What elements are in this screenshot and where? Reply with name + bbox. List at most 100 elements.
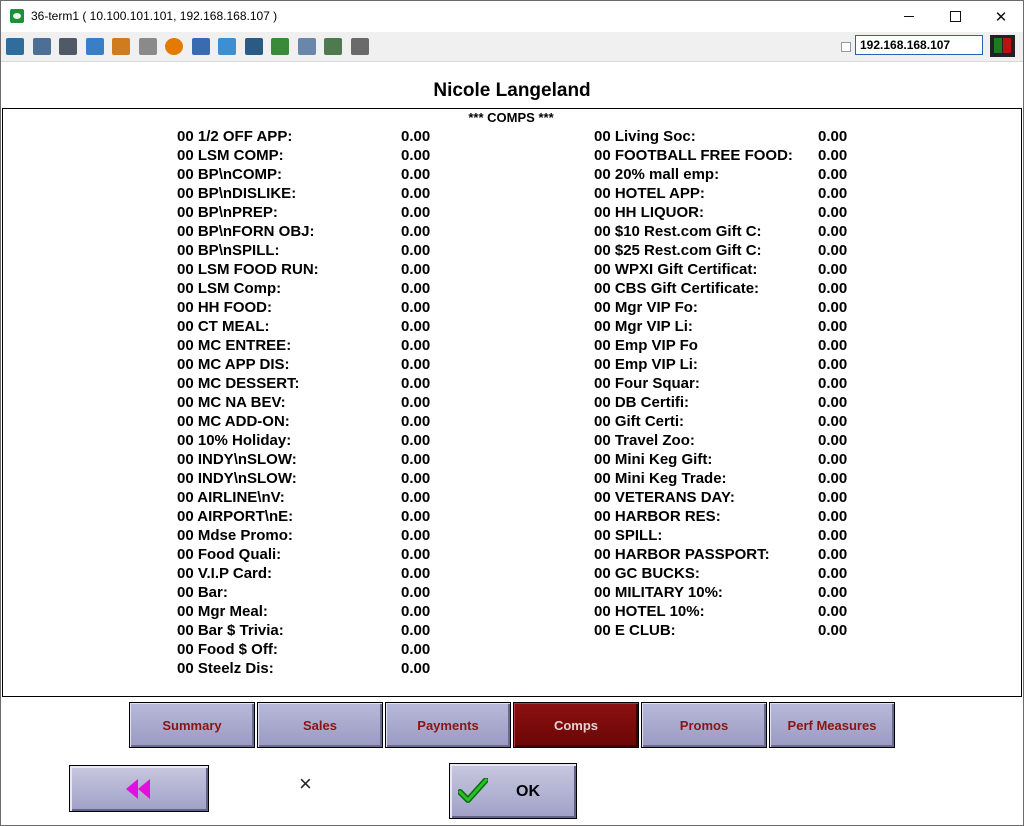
comp-value: 0.00 (818, 337, 848, 354)
document-icon[interactable] (297, 38, 316, 55)
comp-label: 00 VETERANS DAY: (594, 489, 735, 506)
fullscreen-icon[interactable] (218, 38, 236, 55)
comp-label: 00 HARBOR RES: (594, 508, 721, 525)
refresh-icon[interactable] (85, 38, 104, 55)
comp-label: 00 DB Certifi: (594, 394, 690, 411)
comp-row: 00 Four Squar: 0.00 (594, 375, 894, 394)
comp-value: 0.00 (818, 166, 848, 183)
comp-label: 00 Mgr VIP Li: (594, 318, 693, 335)
ip-address-input[interactable] (855, 35, 983, 55)
comp-label: 00 BP\nPREP: (177, 204, 278, 221)
comp-row: 00 HARBOR PASSPORT: 0.00 (594, 546, 894, 565)
comp-row: 00 LSM COMP: 0.00 (177, 147, 477, 166)
comp-value: 0.00 (818, 603, 848, 620)
status-red-bar (1003, 38, 1011, 53)
comp-row: 00 DB Certifi: 0.00 (594, 394, 894, 413)
comp-row: 00 $25 Rest.com Gift C: 0.00 (594, 242, 894, 261)
comp-value: 0.00 (401, 337, 431, 354)
comp-label: 00 Emp VIP Fo (594, 337, 698, 354)
comp-row: 00 SPILL: 0.00 (594, 527, 894, 546)
tools-icon[interactable] (59, 38, 77, 55)
section-title: *** COMPS *** (468, 110, 554, 125)
comp-value: 0.00 (818, 546, 848, 563)
screen-icon[interactable] (244, 38, 263, 55)
comp-value: 0.00 (818, 432, 848, 449)
comp-label: 00 MC ENTREE: (177, 337, 292, 354)
comp-value: 0.00 (818, 128, 848, 145)
comp-label: 00 HARBOR PASSPORT: (594, 546, 770, 563)
comp-label: 00 Travel Zoo: (594, 432, 695, 449)
comp-label: 00 HOTEL APP: (594, 185, 705, 202)
ip-checkbox[interactable] (841, 42, 851, 52)
windows-logo-icon[interactable] (112, 38, 130, 55)
map-icon[interactable] (324, 38, 342, 55)
comp-value: 0.00 (401, 147, 431, 164)
comp-label: 00 E CLUB: (594, 622, 676, 639)
comp-value: 0.00 (401, 451, 431, 468)
comp-label: 00 SPILL: (594, 527, 663, 544)
comp-row: 00 Mgr Meal: 0.00 (177, 603, 477, 622)
back-button[interactable] (69, 765, 209, 812)
tab-comps[interactable]: Comps (513, 702, 639, 748)
close-icon: ✕ (994, 8, 1008, 26)
network-icon[interactable] (191, 38, 210, 55)
comp-label: 00 INDY\nSLOW: (177, 451, 297, 468)
comp-value: 0.00 (401, 128, 431, 145)
comp-row: 00 WPXI Gift Certificat: 0.00 (594, 261, 894, 280)
title-bar: 36-term1 ( 10.100.101.101, 192.168.168.1… (1, 1, 1023, 32)
app-window: 36-term1 ( 10.100.101.101, 192.168.168.1… (0, 0, 1024, 826)
monitor-icon[interactable] (6, 38, 24, 55)
comp-value: 0.00 (401, 318, 431, 335)
comp-row: 00 E CLUB: 0.00 (594, 622, 894, 641)
comp-row: 00 HOTEL APP: 0.00 (594, 185, 894, 204)
tab-perf-measures[interactable]: Perf Measures (769, 702, 895, 748)
app-eye-icon (10, 9, 24, 23)
comp-value: 0.00 (401, 375, 431, 392)
tab-promos[interactable]: Promos (641, 702, 767, 748)
tab-summary[interactable]: Summary (129, 702, 255, 748)
comp-value: 0.00 (401, 546, 431, 563)
alert-icon[interactable] (165, 38, 183, 55)
comp-value: 0.00 (818, 394, 848, 411)
comp-label: 00 HH LIQUOR: (594, 204, 705, 221)
comp-row: 00 HOTEL 10%: 0.00 (594, 603, 894, 622)
transfer-icon[interactable] (271, 38, 289, 55)
comp-label: 00 HH FOOD: (177, 299, 273, 316)
comp-value: 0.00 (401, 223, 431, 240)
comp-label: 00 BP\nSPILL: (177, 242, 280, 259)
ok-button[interactable]: OK (449, 763, 577, 819)
comp-row: 00 BP\nDISLIKE: 0.00 (177, 185, 477, 204)
comp-row: 00 V.I.P Card: 0.00 (177, 565, 477, 584)
comp-value: 0.00 (818, 261, 848, 278)
tab-sales[interactable]: Sales (257, 702, 383, 748)
tab-payments[interactable]: Payments (385, 702, 511, 748)
close-x-icon[interactable]: × (299, 771, 312, 797)
minimize-icon (904, 16, 914, 17)
maximize-button[interactable] (932, 1, 978, 32)
comp-value: 0.00 (818, 565, 848, 582)
comp-value: 0.00 (818, 470, 848, 487)
comp-label: 00 Gift Certi: (594, 413, 685, 430)
status-indicator[interactable] (990, 35, 1015, 57)
comp-value: 0.00 (401, 584, 431, 601)
comp-label: 00 MC NA BEV: (177, 394, 286, 411)
comp-label: 00 Mini Keg Trade: (594, 470, 727, 487)
windows-icon[interactable] (32, 38, 51, 55)
comp-row: 00 LSM Comp: 0.00 (177, 280, 477, 299)
comp-label: 00 Mgr VIP Fo: (594, 299, 698, 316)
comp-row: 00 Emp VIP Li: 0.00 (594, 356, 894, 375)
comp-value: 0.00 (401, 185, 431, 202)
comp-row: 00 HARBOR RES: 0.00 (594, 508, 894, 527)
comp-value: 0.00 (401, 641, 431, 658)
comp-row: 00 Mini Keg Gift: 0.00 (594, 451, 894, 470)
comp-label: 00 Food Quali: (177, 546, 282, 563)
comp-row: 00 Bar: 0.00 (177, 584, 477, 603)
close-window-button[interactable]: ✕ (978, 1, 1024, 32)
comp-value: 0.00 (818, 280, 848, 297)
comp-row: 00 10% Holiday: 0.00 (177, 432, 477, 451)
keyboard-icon[interactable] (138, 38, 157, 55)
display-icon[interactable] (350, 38, 369, 55)
minimize-button[interactable] (886, 1, 932, 32)
checkmark-icon (458, 778, 488, 803)
comp-label: 00 Bar: (177, 584, 228, 601)
